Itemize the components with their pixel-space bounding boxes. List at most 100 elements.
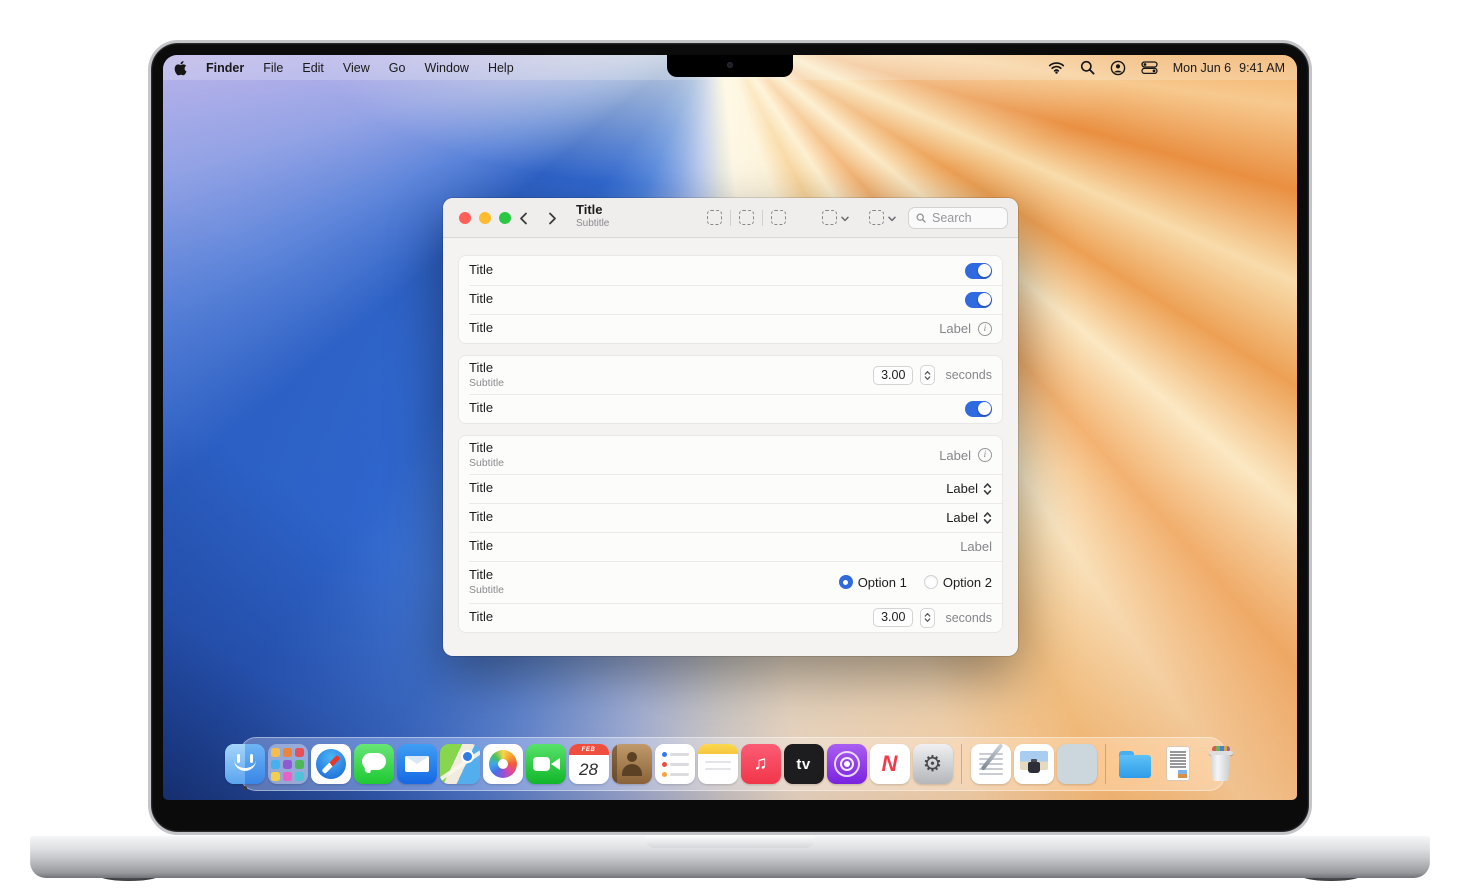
dock-item-music[interactable]: ♫: [740, 738, 781, 790]
menu-item-view[interactable]: View: [343, 61, 370, 75]
dock-item-preview[interactable]: [1013, 738, 1054, 790]
safari-icon[interactable]: [311, 744, 351, 784]
toolbar-placeholder-icon[interactable]: [739, 210, 754, 225]
camera-dot: [727, 62, 733, 68]
toolbar-dropdown-icon[interactable]: [822, 209, 849, 227]
screen: Finder File Edit View Go Window Help: [163, 55, 1297, 800]
dock-item-blank[interactable]: [1056, 738, 1097, 790]
dock-item-textedit[interactable]: [970, 738, 1011, 790]
calendar-icon[interactable]: FEB28: [569, 744, 609, 784]
menu-bar-clock[interactable]: Mon Jun 6 9:41 AM: [1173, 61, 1285, 75]
settings-row: TitleLabel: [459, 474, 1002, 503]
menu-item-edit[interactable]: Edit: [302, 61, 324, 75]
trash-icon[interactable]: [1201, 744, 1241, 784]
settings-icon[interactable]: ⚙: [913, 744, 953, 784]
dock-item-trash[interactable]: [1200, 738, 1241, 790]
dock-item-document[interactable]: [1157, 738, 1198, 790]
dock-item-facetime[interactable]: [525, 738, 566, 790]
minimize-button[interactable]: [479, 212, 491, 224]
forward-button[interactable]: [542, 208, 562, 228]
photos-icon[interactable]: [483, 744, 523, 784]
info-icon[interactable]: i: [978, 448, 992, 462]
icon-part: [662, 772, 695, 777]
menu-item-finder[interactable]: Finder: [206, 61, 244, 75]
dock-item-notes[interactable]: [697, 738, 738, 790]
zoom-button[interactable]: [499, 212, 511, 224]
dock-item-contacts[interactable]: [611, 738, 652, 790]
toggle-switch[interactable]: [965, 401, 992, 417]
stepper-buttons[interactable]: [920, 365, 935, 385]
dock-item-finder[interactable]: [224, 738, 265, 790]
wifi-icon[interactable]: [1048, 61, 1065, 74]
finder-icon[interactable]: [225, 744, 265, 784]
dock-item-messages[interactable]: [353, 738, 394, 790]
menu-item-go[interactable]: Go: [389, 61, 406, 75]
control-center-icon[interactable]: [1141, 61, 1158, 74]
notes-icon[interactable]: [698, 744, 738, 784]
dock-item-settings[interactable]: ⚙: [912, 738, 953, 790]
dock-item-safari[interactable]: [310, 738, 351, 790]
toggle-knob: [978, 293, 991, 306]
stepper-value[interactable]: 3.00: [873, 608, 913, 627]
popup-chevrons-icon[interactable]: [983, 482, 992, 496]
radio-option[interactable]: Option 1: [839, 575, 907, 590]
textedit-icon[interactable]: [971, 744, 1011, 784]
apple-menu[interactable]: [173, 60, 187, 76]
dock-item-photos[interactable]: [482, 738, 523, 790]
blank-icon[interactable]: [1057, 744, 1097, 784]
mail-icon[interactable]: [397, 744, 437, 784]
radio-button[interactable]: [839, 575, 853, 589]
info-icon[interactable]: i: [978, 322, 992, 336]
appletv-icon[interactable]: tv: [784, 744, 824, 784]
icon-part: [283, 772, 292, 781]
radio-button[interactable]: [924, 575, 938, 589]
icon-part: [926, 376, 931, 378]
document-icon[interactable]: [1158, 744, 1198, 784]
folder-icon[interactable]: [1115, 744, 1155, 784]
menu-item-file[interactable]: File: [263, 61, 283, 75]
reminders-icon[interactable]: [655, 744, 695, 784]
close-button[interactable]: [459, 212, 471, 224]
toggle-switch[interactable]: [965, 292, 992, 308]
toggle-switch[interactable]: [965, 263, 992, 279]
facetime-icon[interactable]: [526, 744, 566, 784]
maps-icon[interactable]: [440, 744, 480, 784]
toolbar-dropdown-icon[interactable]: [869, 209, 896, 227]
popup-chevrons-icon[interactable]: [983, 511, 992, 525]
user-account-icon[interactable]: [1110, 60, 1126, 76]
dock-item-reminders[interactable]: [654, 738, 695, 790]
icon-part: [295, 748, 304, 757]
contacts-icon[interactable]: [612, 744, 652, 784]
window-titlebar[interactable]: Title Subtitle: [443, 198, 1018, 238]
row-title: Title: [469, 510, 493, 525]
launchpad-icon[interactable]: [268, 744, 308, 784]
settings-row: Title: [459, 285, 1002, 314]
dock-item-launchpad[interactable]: [267, 738, 308, 790]
dock-item-appletv[interactable]: tv: [783, 738, 824, 790]
menu-item-window[interactable]: Window: [424, 61, 468, 75]
music-icon[interactable]: ♫: [741, 744, 781, 784]
toolbar-placeholder-icon[interactable]: [771, 210, 786, 225]
toolbar-placeholder-icon[interactable]: [707, 210, 722, 225]
dock-item-folder[interactable]: [1114, 738, 1155, 790]
messages-icon[interactable]: [354, 744, 394, 784]
preview-icon[interactable]: [1014, 744, 1054, 784]
search-input[interactable]: [930, 210, 1000, 226]
dock-item-maps[interactable]: [439, 738, 480, 790]
news-icon[interactable]: N: [870, 744, 910, 784]
running-indicator: [243, 786, 247, 790]
stepper-buttons[interactable]: [920, 608, 935, 628]
spotlight-search-icon[interactable]: [1080, 60, 1095, 75]
dock-item-news[interactable]: N: [869, 738, 910, 790]
search-field[interactable]: [908, 207, 1008, 229]
podcasts-icon[interactable]: [827, 744, 867, 784]
dock-item-podcasts[interactable]: [826, 738, 867, 790]
menu-item-help[interactable]: Help: [488, 61, 514, 75]
radio-option[interactable]: Option 2: [924, 575, 992, 590]
dock-item-mail[interactable]: [396, 738, 437, 790]
icon-part: [498, 759, 508, 769]
stepper-value[interactable]: 3.00: [873, 366, 913, 385]
dock-item-calendar[interactable]: FEB28: [568, 738, 609, 790]
back-button[interactable]: [513, 208, 533, 228]
row-titles: TitleSubtitle: [469, 361, 504, 389]
